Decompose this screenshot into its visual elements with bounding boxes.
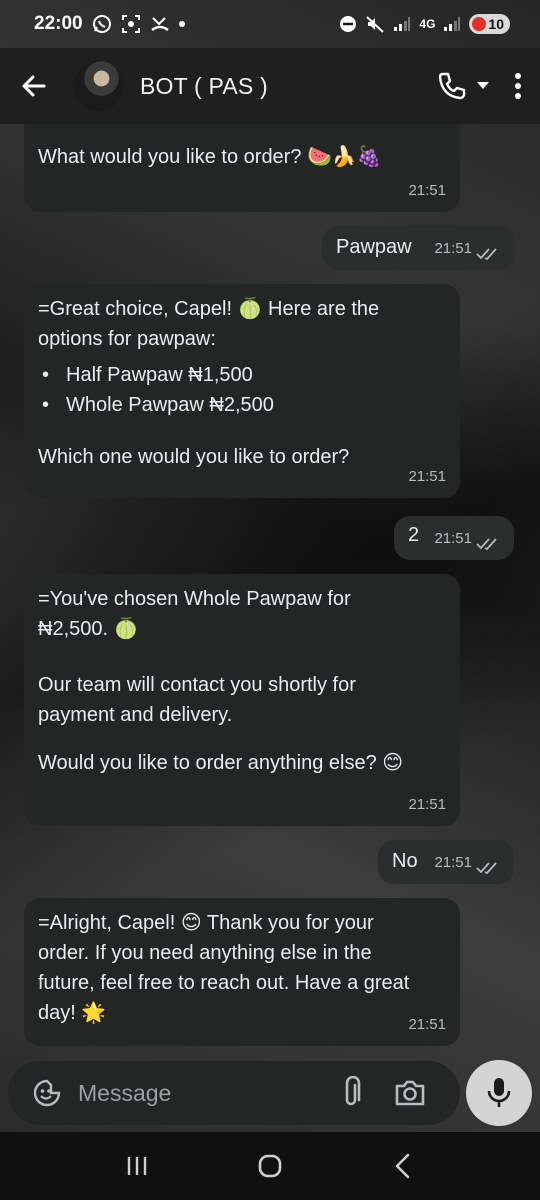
message-text-outro: Which one would you like to order? [38, 446, 350, 468]
message-time: 21:51 [408, 1016, 446, 1033]
list-item: Half Pawpaw ₦1,500 [38, 360, 446, 390]
status-bar: 22:00 4G 10 [0, 0, 540, 48]
message-time: 21:51 [434, 530, 472, 547]
recent-apps-button[interactable] [107, 1141, 167, 1191]
message-outgoing-1[interactable]: Pawpaw 21:51 [322, 226, 514, 270]
screenshot-notification-icon [121, 14, 141, 34]
voice-message-button[interactable] [466, 1060, 532, 1126]
chat-screen: 22:00 4G 10 BOT (PAS) What would you l… [0, 0, 540, 1200]
system-back-button[interactable] [373, 1141, 433, 1191]
call-button[interactable] [436, 71, 490, 101]
message-text-line3: Would you like to order anything else? 😊 [38, 752, 404, 774]
message-text: Pawpaw [336, 236, 412, 258]
message-text: What would you like to order? 🍉🍌🍇 [38, 146, 382, 168]
message-time: 21:51 [408, 182, 446, 199]
options-list: Half Pawpaw ₦1,500 Whole Pawpaw ₦2,500 [38, 360, 446, 420]
signal-icon-1 [393, 16, 411, 32]
message-text: =Alright, Capel! 😊 Thank you for your or… [38, 912, 415, 1024]
phone-icon [438, 72, 466, 100]
attach-icon [345, 1076, 361, 1106]
read-receipt-icon [476, 862, 497, 875]
network-type: 4G [419, 17, 436, 31]
back-button[interactable] [14, 66, 54, 106]
more-options-button[interactable] [514, 72, 522, 100]
message-input[interactable] [78, 1079, 328, 1107]
back-arrow-icon [22, 75, 46, 97]
mute-icon [365, 14, 385, 34]
message-time: 21:51 [408, 796, 446, 813]
home-icon [258, 1154, 282, 1178]
battery-level: 10 [488, 16, 504, 32]
message-composer [8, 1061, 460, 1125]
camera-button[interactable] [390, 1073, 430, 1113]
read-receipt-icon [476, 248, 497, 261]
contact-name[interactable]: BOT ( PAS ) [140, 73, 268, 100]
more-notifications-dot [178, 21, 185, 27]
message-time: 21:51 [434, 240, 472, 257]
message-time: 21:51 [434, 854, 472, 871]
emoji-button[interactable] [30, 1076, 64, 1110]
attach-button[interactable] [334, 1073, 368, 1113]
dropdown-arrow-icon [477, 82, 489, 89]
avatar[interactable] [74, 61, 124, 111]
back-icon [396, 1153, 410, 1179]
message-outgoing-3[interactable]: No 21:51 [378, 840, 514, 884]
system-navigation-bar [0, 1132, 540, 1200]
message-text-line2: Our team will contact you shortly for pa… [38, 674, 362, 726]
signal-icon-2 [443, 16, 461, 32]
read-receipt-icon [476, 538, 497, 551]
do-not-disturb-icon [339, 15, 357, 33]
mic-icon [487, 1078, 511, 1107]
message-incoming-3[interactable]: =You've chosen Whole Pawpaw for ₦2,500. … [24, 574, 460, 826]
message-incoming-4[interactable]: =Alright, Capel! 😊 Thank you for your or… [24, 898, 460, 1046]
status-time: 22:00 [34, 13, 83, 34]
recent-apps-icon [127, 1157, 146, 1175]
message-text: 2 [408, 524, 420, 546]
message-incoming-2[interactable]: =Great choice, Capel! 🍈 Here are the opt… [24, 284, 460, 498]
list-item: Whole Pawpaw ₦2,500 [38, 390, 446, 420]
message-text-line1: =You've chosen Whole Pawpaw for ₦2,500. … [38, 588, 357, 640]
battery-indicator: 10 [469, 14, 510, 34]
message-text: No [392, 850, 418, 872]
home-button[interactable] [240, 1141, 300, 1191]
message-incoming-1[interactable]: What would you like to order? 🍉🍌🍇 21:51 [24, 112, 460, 212]
message-time: 21:51 [408, 468, 446, 485]
chat-header: BOT ( PAS ) [0, 48, 540, 124]
message-outgoing-2[interactable]: 2 21:51 [394, 516, 514, 560]
more-options-icon [515, 73, 521, 99]
camera-icon [395, 1080, 425, 1106]
battery-low-icon [472, 17, 487, 31]
message-text-intro: =Great choice, Capel! 🍈 Here are the opt… [38, 298, 385, 350]
whatsapp-notification-icon [92, 14, 112, 34]
missed-call-icon [150, 14, 170, 34]
emoji-sticker-icon [33, 1079, 61, 1107]
